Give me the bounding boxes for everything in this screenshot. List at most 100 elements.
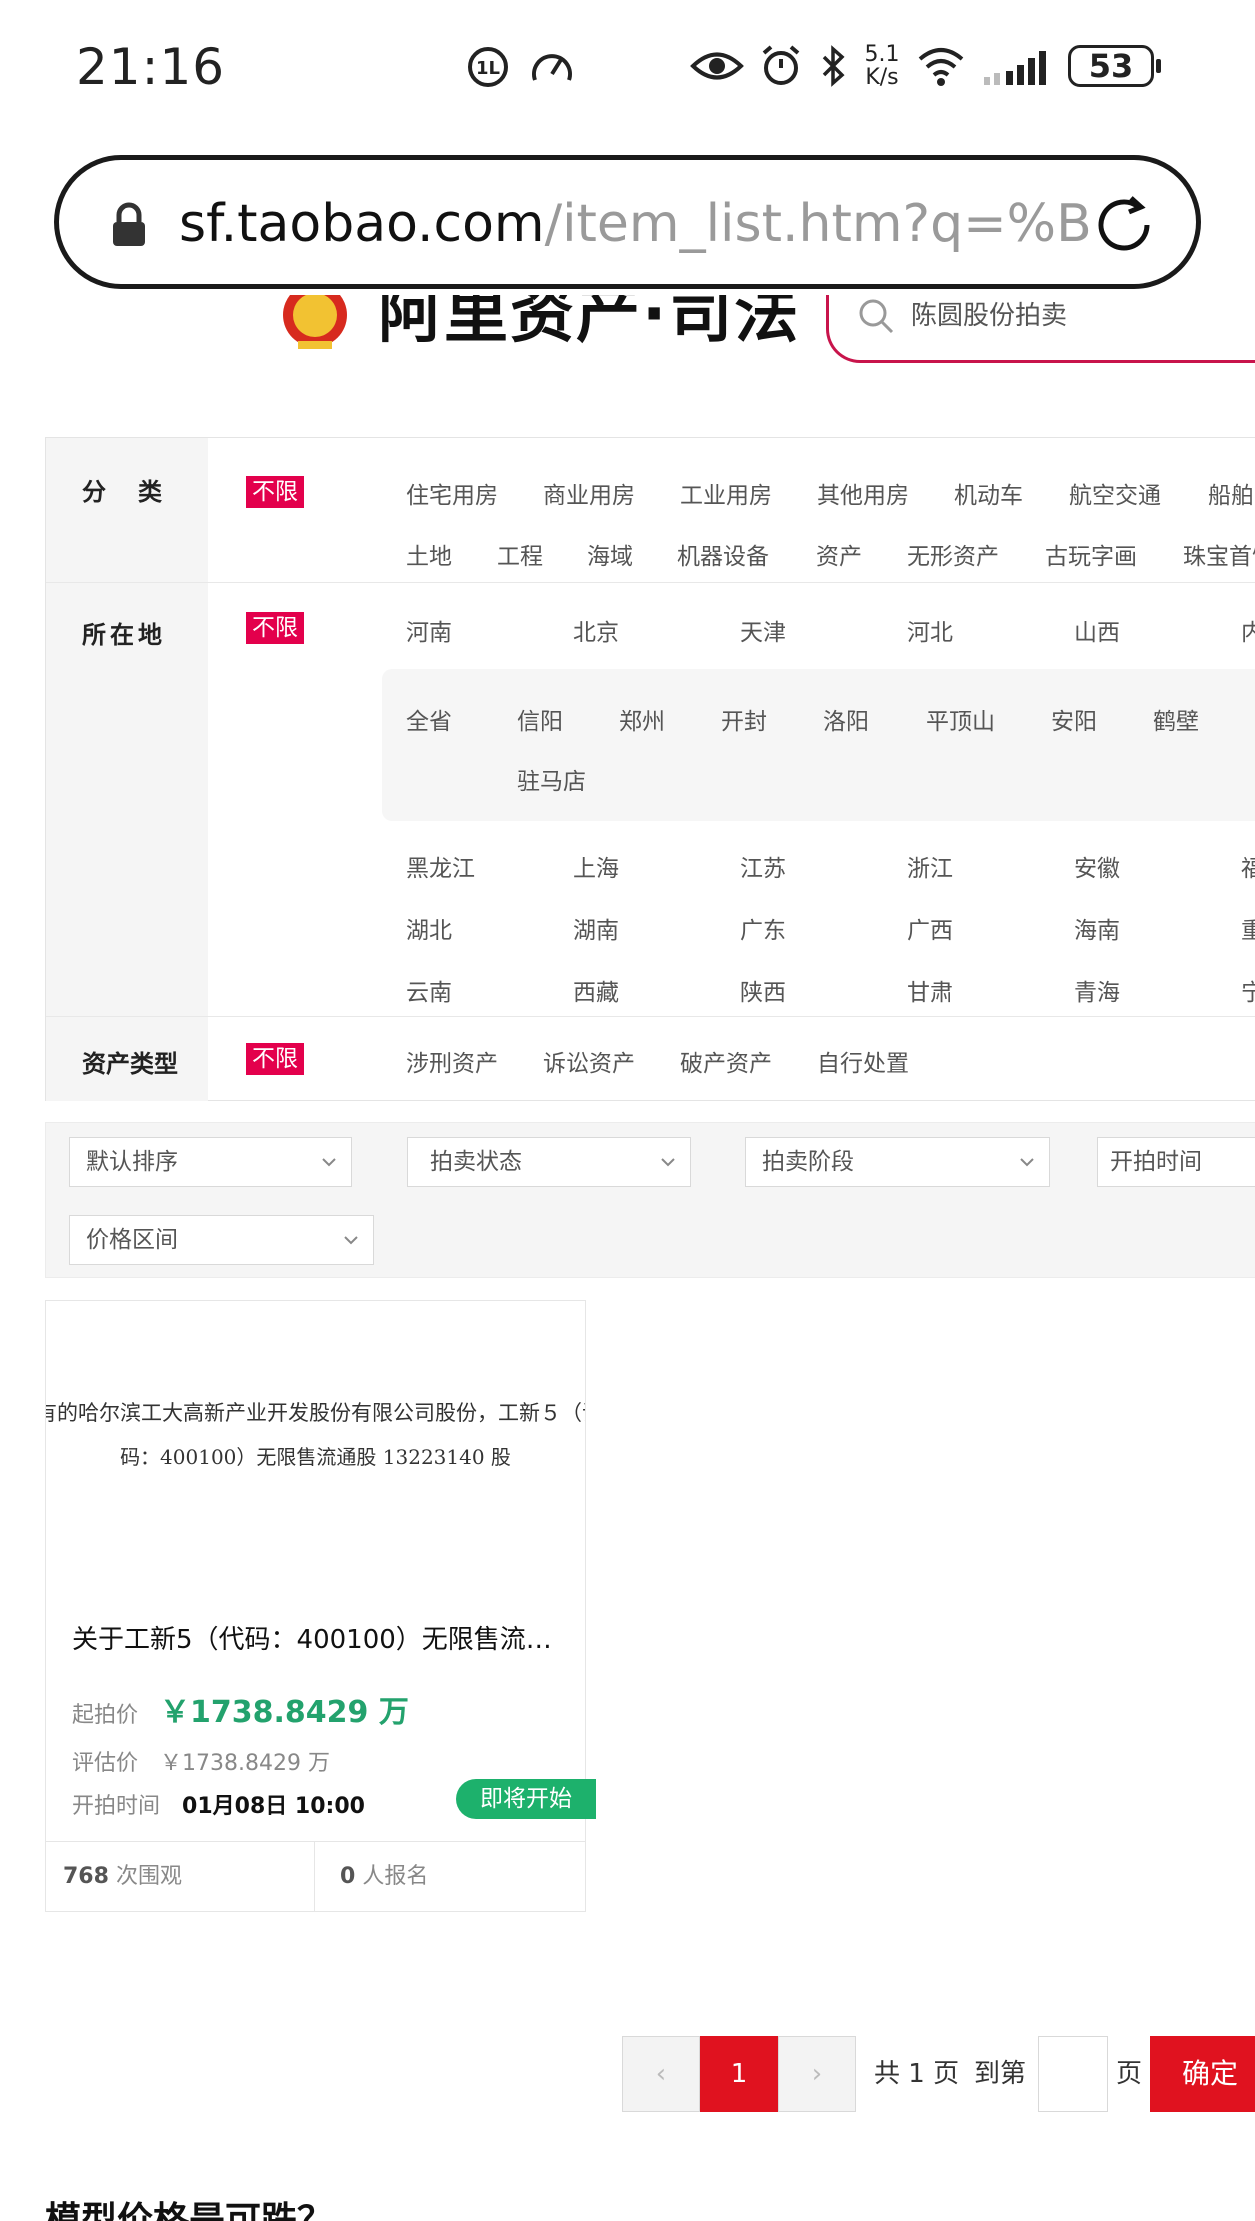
item-stats: 768 次围观 0 人报名 <box>46 1841 585 1913</box>
city-option[interactable]: 郑州 <box>619 702 665 736</box>
province-option[interactable]: 黑龙江 <box>406 849 475 883</box>
province-option[interactable]: 浙江 <box>907 849 953 883</box>
views-stat: 768 次围观 <box>63 1842 182 1912</box>
start-time-label: 开拍时间 <box>72 1794 161 1819</box>
national-emblem-icon <box>283 295 347 349</box>
default-sort-select[interactable]: 默认排序 <box>69 1137 352 1187</box>
province-option[interactable]: 云南 <box>406 973 452 1007</box>
province-option[interactable]: 河南 <box>406 613 452 647</box>
city-option[interactable]: 鹤壁 <box>1153 702 1199 736</box>
category-option[interactable]: 海域 <box>587 537 633 571</box>
next-page-button[interactable]: › <box>778 2036 856 2112</box>
city-subpanel: 全省 信阳 郑州 开封 洛阳 平顶山 安阳 鹤壁 驻马店 <box>382 669 1255 821</box>
filter-panel: 分 类 不限 住宅用房 商业用房 工业用房 其他用房 机动车 航空交通 船舶 土… <box>45 437 1255 1101</box>
data-saver-icon: 1L <box>468 47 508 87</box>
category-option[interactable]: 资产 <box>816 537 862 571</box>
category-option[interactable]: 商业用房 <box>543 476 635 510</box>
province-option[interactable]: 江苏 <box>740 849 786 883</box>
auction-status-select[interactable]: 拍卖状态 <box>407 1137 691 1187</box>
city-option[interactable]: 驻马店 <box>517 762 586 796</box>
address-bar[interactable]: sf.taobao.com/item_list.htm?q=%B3 <box>54 155 1201 289</box>
category-option[interactable]: 住宅用房 <box>406 476 498 510</box>
province-option[interactable]: 广西 <box>907 911 953 945</box>
category-option[interactable]: 其他用房 <box>817 476 909 510</box>
province-option[interactable]: 内 <box>1241 613 1255 647</box>
url-host: sf.taobao.com <box>179 194 545 254</box>
site-logo-text[interactable]: 阿里资产·司法 <box>378 295 800 355</box>
confirm-page-button[interactable]: 确定 <box>1150 2036 1255 2112</box>
city-option[interactable]: 洛阳 <box>823 702 869 736</box>
status-badge: 即将开始 <box>456 1779 596 1819</box>
province-option[interactable]: 重 <box>1241 911 1255 945</box>
reload-icon[interactable] <box>1089 190 1159 260</box>
province-option[interactable]: 湖北 <box>406 911 452 945</box>
category-option[interactable]: 无形资产 <box>907 537 999 571</box>
search-box[interactable]: 陈圆股份拍卖 <box>826 295 1255 363</box>
price-range-label: 价格区间 <box>86 1227 178 1253</box>
location-unlimited-button[interactable]: 不限 <box>246 612 304 644</box>
category-option[interactable]: 古玩字画 <box>1045 537 1137 571</box>
category-unlimited-button[interactable]: 不限 <box>246 476 304 508</box>
asset-type-option[interactable]: 涉刑资产 <box>406 1044 498 1078</box>
province-option[interactable]: 天津 <box>740 613 786 647</box>
item-thumbnail[interactable]: 有的哈尔滨工大高新产业开发股份有限公司股份，工新５（证 码：400100）无限售… <box>46 1301 585 1577</box>
province-option[interactable]: 陕西 <box>740 973 786 1007</box>
province-option[interactable]: 福 <box>1241 849 1255 883</box>
prev-page-button[interactable]: ‹ <box>622 2036 700 2112</box>
start-price-label: 起拍价 <box>72 1703 139 1728</box>
city-option[interactable]: 安阳 <box>1051 702 1097 736</box>
province-option[interactable]: 河北 <box>907 613 953 647</box>
page-1-button[interactable]: 1 <box>700 2036 778 2112</box>
asset-type-option[interactable]: 破产资产 <box>680 1044 772 1078</box>
chevron-down-icon <box>322 1158 336 1167</box>
auction-stage-select[interactable]: 拍卖阶段 <box>745 1137 1050 1187</box>
filter-label-location: 所在地 <box>82 621 166 649</box>
eval-price-label: 评估价 <box>72 1751 139 1776</box>
filter-row-category: 分 类 不限 住宅用房 商业用房 工业用房 其他用房 机动车 航空交通 船舶 土… <box>46 438 1255 583</box>
province-option[interactable]: 西藏 <box>573 973 619 1007</box>
search-input[interactable]: 陈圆股份拍卖 <box>911 295 1067 332</box>
city-option[interactable]: 全省 <box>406 702 452 736</box>
status-right-icons: 5.1 K/s 53 <box>690 38 1161 94</box>
default-sort-label: 默认排序 <box>86 1149 178 1175</box>
url-text[interactable]: sf.taobao.com/item_list.htm?q=%B3 <box>179 194 1094 254</box>
auction-status-label: 拍卖状态 <box>430 1149 522 1175</box>
auction-item-card[interactable]: 有的哈尔滨工大高新产业开发股份有限公司股份，工新５（证 码：400100）无限售… <box>45 1300 596 1913</box>
province-option[interactable]: 山西 <box>1074 613 1120 647</box>
start-time-row: 开拍时间 01月08日 10:00 <box>72 1788 365 1820</box>
category-option[interactable]: 航空交通 <box>1069 476 1161 510</box>
province-option[interactable]: 上海 <box>573 849 619 883</box>
category-option[interactable]: 珠宝首饰 <box>1183 537 1255 571</box>
city-option[interactable]: 平顶山 <box>926 702 995 736</box>
category-option[interactable]: 机动车 <box>954 476 1023 510</box>
province-option[interactable]: 宁 <box>1241 973 1255 1007</box>
province-option[interactable]: 甘肃 <box>907 973 953 1007</box>
category-option[interactable]: 工程 <box>497 537 543 571</box>
asset-type-unlimited-button[interactable]: 不限 <box>246 1043 304 1075</box>
chevron-down-icon <box>1020 1158 1034 1167</box>
start-time-select[interactable]: 开拍时间 <box>1097 1137 1255 1187</box>
province-option[interactable]: 海南 <box>1074 911 1120 945</box>
category-option[interactable]: 船舶 <box>1208 476 1254 510</box>
province-option[interactable]: 广东 <box>740 911 786 945</box>
category-option[interactable]: 工业用房 <box>680 476 772 510</box>
category-option[interactable]: 土地 <box>406 537 452 571</box>
category-option[interactable]: 机器设备 <box>677 537 769 571</box>
eval-price-row: 评估价 ￥1738.8429 万 <box>72 1745 330 1777</box>
price-range-select[interactable]: 价格区间 <box>69 1215 374 1265</box>
item-title[interactable]: 关于工新5（代码：400100）无限售流通股13223140股 <box>72 1619 572 1656</box>
province-option[interactable]: 北京 <box>573 613 619 647</box>
speedometer-icon <box>532 54 572 81</box>
city-option[interactable]: 信阳 <box>517 702 563 736</box>
views-count: 768 <box>63 1864 109 1889</box>
asset-type-option[interactable]: 诉讼资产 <box>543 1044 635 1078</box>
city-option[interactable]: 开封 <box>721 702 767 736</box>
url-path: /item_list.htm?q=%B3 <box>544 194 1094 254</box>
province-option[interactable]: 青海 <box>1074 973 1120 1007</box>
province-option[interactable]: 安徽 <box>1074 849 1120 883</box>
network-speed: 5.1 K/s <box>862 43 902 89</box>
page-number-input[interactable] <box>1038 2036 1108 2112</box>
asset-type-option[interactable]: 自行处置 <box>817 1044 909 1078</box>
site-header: 阿里资产·司法 陈圆股份拍卖 <box>0 295 1255 385</box>
province-option[interactable]: 湖南 <box>573 911 619 945</box>
